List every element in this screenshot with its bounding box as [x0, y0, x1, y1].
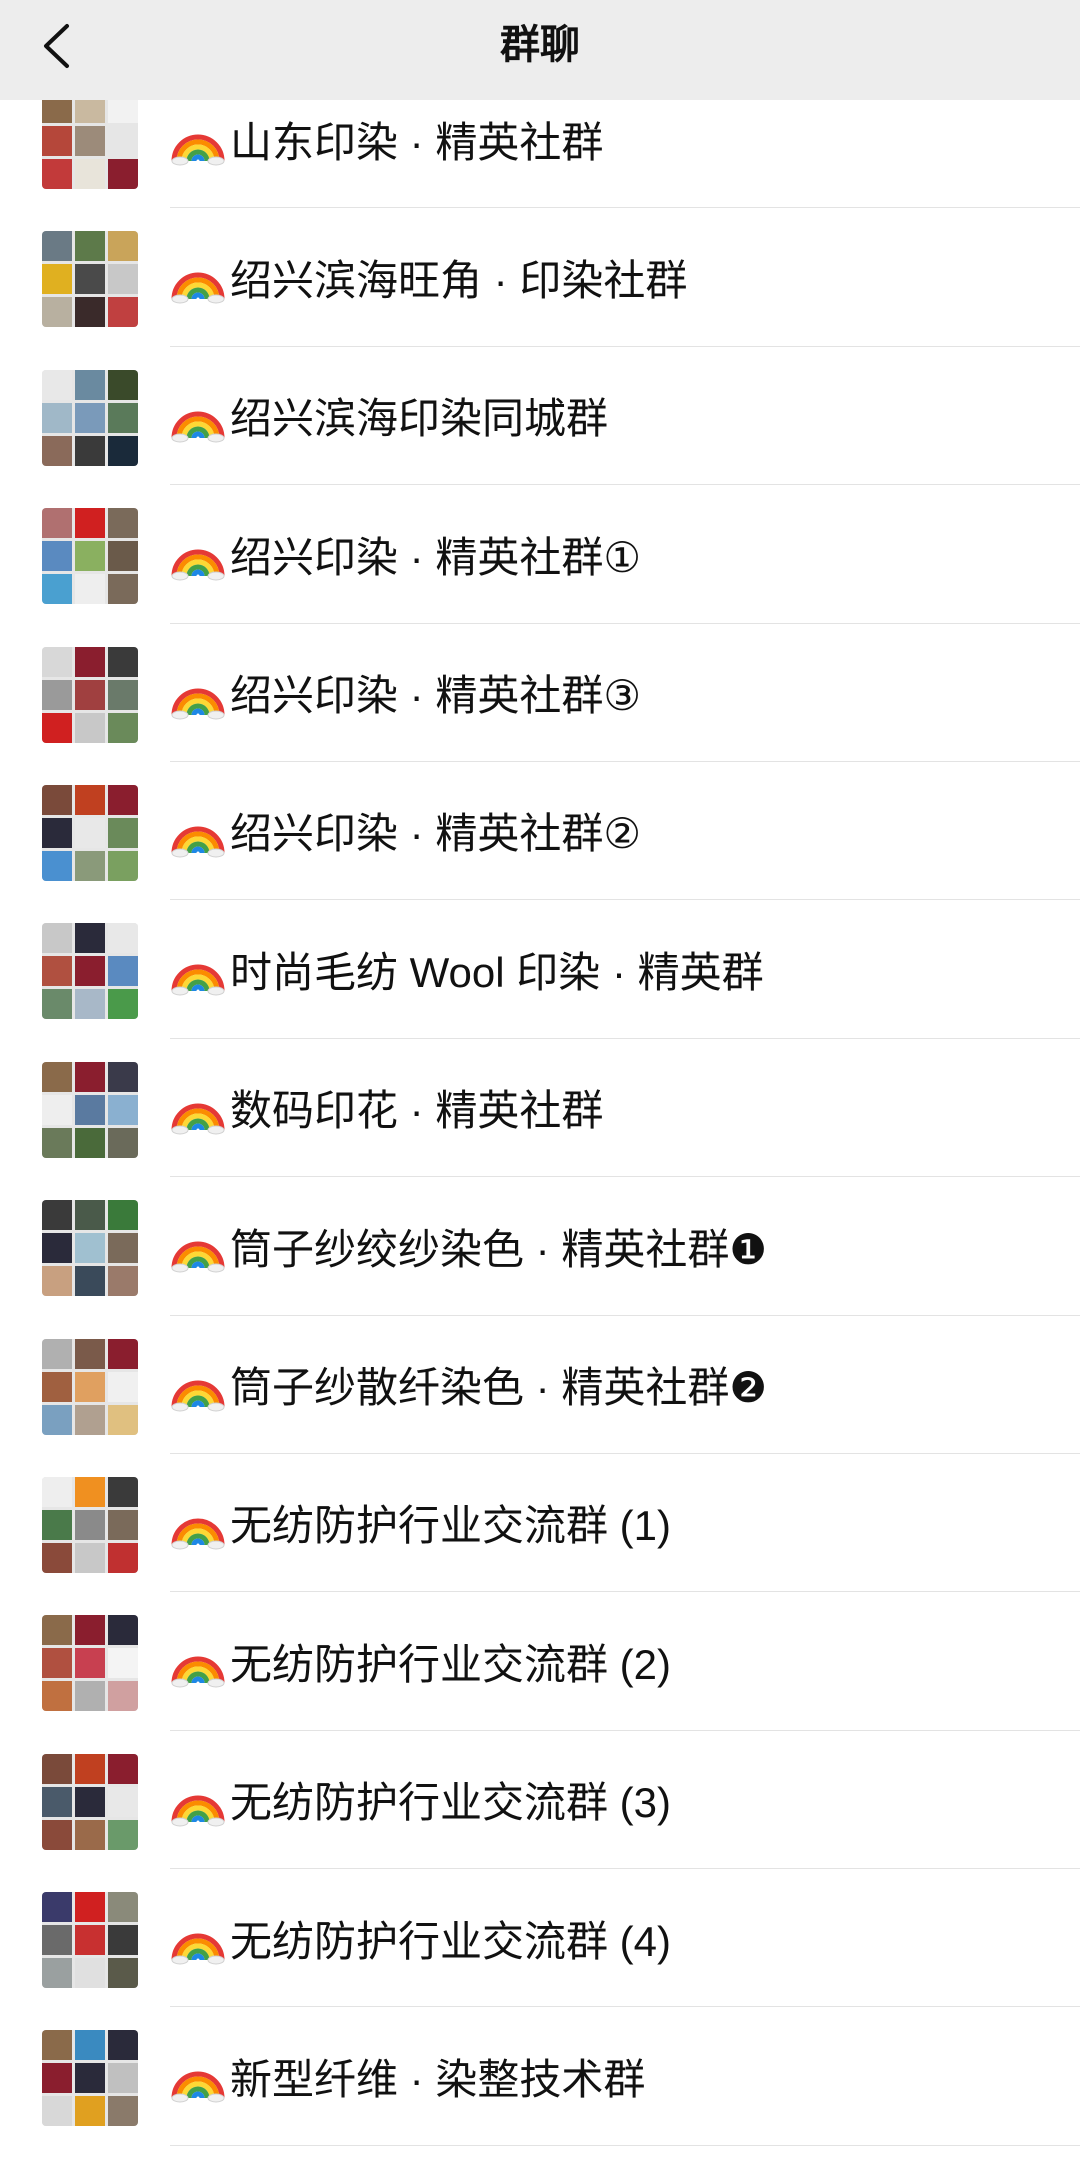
group-name: 无纺防护行业交流群 (1): [170, 1454, 671, 1592]
group-avatar: [42, 2030, 138, 2127]
group-name-text: 时尚毛纺 Wool 印染 · 精英群: [230, 948, 764, 996]
group-avatar: [42, 923, 138, 1020]
group-name: 新型纤维 · 染整技术群: [170, 2007, 645, 2145]
group-name-text: 无纺防护行业交流群 (1): [230, 1502, 672, 1550]
group-name: 筒子纱散纤染色 · 精英社群❷: [170, 1316, 767, 1454]
rainbow-icon: [171, 1518, 225, 1550]
group-row[interactable]: 绍兴印染 · 精英社群③: [0, 624, 1080, 762]
chevron-left-icon: [44, 24, 69, 68]
group-name-text: 筒子纱散纤染色 · 精英社群❷: [230, 1364, 767, 1412]
group-avatar: [42, 784, 138, 881]
group-row[interactable]: 无纺防护行业交流群 (2): [0, 1592, 1080, 1731]
row-divider: [170, 2144, 1080, 2146]
group-name: 绍兴滨海旺角 · 印染社群: [170, 208, 687, 346]
group-avatar: [42, 93, 138, 189]
rainbow-icon: [171, 2072, 225, 2103]
group-row[interactable]: 绍兴印染 · 精英社群②: [0, 762, 1080, 901]
group-row[interactable]: 无纺防护行业交流群 (3): [0, 1731, 1080, 1870]
group-row[interactable]: 绍兴滨海旺角 · 印染社群: [0, 208, 1080, 347]
group-avatar: [42, 1615, 138, 1712]
rainbow-icon: [171, 549, 225, 581]
group-name-text: 新型纤维 · 染整技术群: [230, 2055, 646, 2103]
group-name: 绍兴印染 · 精英社群①: [170, 485, 641, 623]
group-chat-screen: 山东印染 · 精英社群 绍兴滨海旺角 · 印染社群 绍兴滨海印染同城群 绍兴印染…: [0, 0, 1080, 2157]
group-name: 筒子纱绞纱染色 · 精英社群❶: [170, 1177, 767, 1315]
rainbow-icon: [171, 826, 225, 858]
group-name: 无纺防护行业交流群 (2): [170, 1592, 671, 1730]
rainbow-icon: [171, 411, 225, 443]
group-name-text: 无纺防护行业交流群 (2): [230, 1640, 672, 1688]
group-name: 绍兴印染 · 精英社群②: [170, 762, 641, 900]
group-avatar: [42, 1753, 138, 1850]
group-avatar: [42, 1476, 138, 1573]
group-name: 绍兴滨海印染同城群: [170, 347, 608, 485]
rainbow-icon: [171, 1103, 225, 1135]
rainbow-icon: [171, 964, 225, 996]
group-avatar: [42, 646, 138, 743]
group-list: 山东印染 · 精英社群 绍兴滨海旺角 · 印染社群 绍兴滨海印染同城群 绍兴印染…: [0, 70, 1080, 2146]
group-name-text: 绍兴滨海印染同城群: [230, 395, 609, 443]
group-avatar: [42, 1892, 138, 1989]
group-name-text: 绍兴印染 · 精英社群③: [230, 672, 641, 720]
group-name-text: 绍兴印染 · 精英社群②: [230, 810, 641, 858]
group-name-text: 无纺防护行业交流群 (4): [230, 1917, 672, 1965]
group-name-text: 绍兴滨海旺角 · 印染社群: [230, 256, 688, 304]
group-avatar: [42, 508, 138, 605]
group-row[interactable]: 无纺防护行业交流群 (1): [0, 1454, 1080, 1593]
rainbow-icon: [171, 272, 225, 304]
rainbow-icon: [171, 134, 225, 166]
group-row[interactable]: 绍兴滨海印染同城群: [0, 347, 1080, 486]
page-title: 群聊: [500, 23, 580, 67]
nav-bar: 群聊: [0, 0, 1080, 100]
rainbow-icon: [171, 688, 225, 720]
group-name: 绍兴印染 · 精英社群③: [170, 624, 641, 762]
group-name: 时尚毛纺 Wool 印染 · 精英群: [170, 900, 764, 1038]
group-name-text: 数码印花 · 精英社群: [230, 1087, 604, 1135]
group-row[interactable]: 筒子纱散纤染色 · 精英社群❷: [0, 1316, 1080, 1454]
rainbow-icon: [171, 1656, 225, 1688]
group-avatar: [42, 369, 138, 466]
group-name-text: 绍兴印染 · 精英社群①: [230, 533, 641, 581]
group-avatar: [42, 231, 138, 328]
group-avatar: [42, 1061, 138, 1158]
group-name-text: 山东印染 · 精英社群: [230, 118, 604, 166]
group-avatar: [42, 1338, 138, 1435]
group-row[interactable]: 数码印花 · 精英社群: [0, 1039, 1080, 1178]
back-button[interactable]: [24, 14, 88, 78]
rainbow-icon: [171, 1933, 225, 1965]
rainbow-icon: [171, 1241, 225, 1273]
group-row[interactable]: 无纺防护行业交流群 (4): [0, 1869, 1080, 2008]
group-row[interactable]: 筒子纱绞纱染色 · 精英社群❶: [0, 1177, 1080, 1316]
rainbow-icon: [171, 1795, 225, 1827]
group-name-text: 筒子纱绞纱染色 · 精英社群❶: [230, 1225, 767, 1273]
group-name: 无纺防护行业交流群 (3): [170, 1731, 671, 1869]
group-name-text: 无纺防护行业交流群 (3): [230, 1779, 672, 1827]
group-row[interactable]: 新型纤维 · 染整技术群: [0, 2007, 1080, 2146]
rainbow-icon: [171, 1380, 225, 1412]
group-name: 无纺防护行业交流群 (4): [170, 1869, 671, 2007]
group-name: 数码印花 · 精英社群: [170, 1039, 603, 1177]
group-avatar: [42, 1200, 138, 1297]
group-row[interactable]: 绍兴印染 · 精英社群①: [0, 485, 1080, 624]
group-row[interactable]: 时尚毛纺 Wool 印染 · 精英群: [0, 900, 1080, 1039]
